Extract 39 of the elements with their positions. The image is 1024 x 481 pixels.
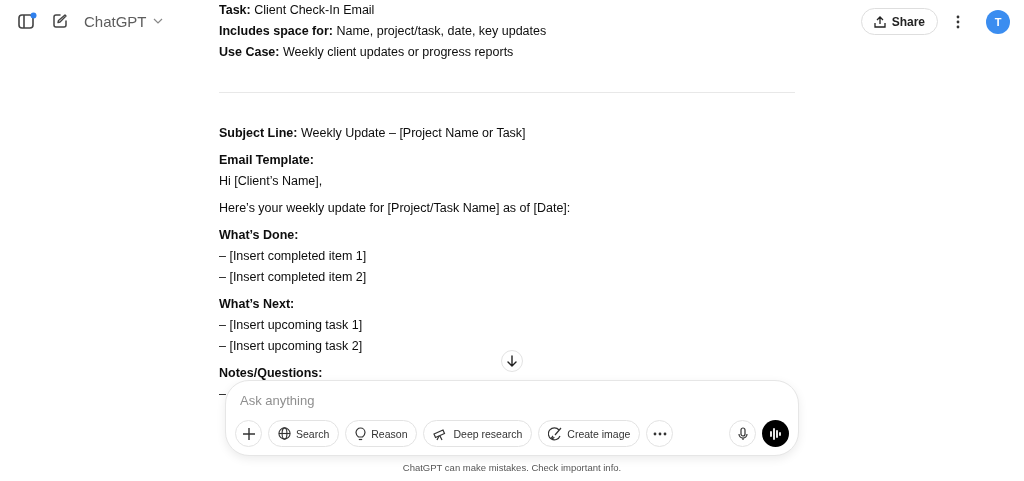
body-text: Hi [Client’s Name], — [219, 173, 323, 190]
more-vertical-icon — [956, 14, 960, 29]
scroll-down-button[interactable] — [501, 350, 523, 372]
pencil-square-icon — [52, 13, 68, 29]
body-text: Task: Client Check-In Email — [219, 2, 375, 19]
share-icon — [873, 15, 886, 28]
dictate-button[interactable] — [729, 420, 756, 447]
plus-icon — [241, 426, 256, 441]
heading-text: What’s Next: — [219, 296, 295, 313]
voice-mode-button[interactable] — [762, 420, 789, 447]
body-text: – — [219, 386, 226, 403]
body-text: – [Insert completed item 2] — [219, 269, 367, 286]
body-text: Subject Line: Weekly Update – [Project Name or Task] — [219, 125, 526, 142]
body-text: – [Insert upcoming task 1] — [219, 317, 363, 334]
heading-text: Email Template: — [219, 152, 314, 169]
arrow-down-icon — [506, 355, 518, 367]
heading-text: Notes/Questions: — [219, 365, 323, 382]
body-text: – [Insert completed item 1] — [219, 248, 367, 265]
disclaimer-text: ChatGPT can make mistakes. Check important info. — [402, 462, 622, 473]
microphone-icon — [737, 426, 748, 441]
add-button[interactable] — [235, 420, 262, 447]
body-text: Here’s your weekly update for [Project/Task Name] as of [Date]: — [219, 200, 571, 217]
globe-icon — [278, 427, 291, 440]
heading-text: What’s Done: — [219, 227, 299, 244]
sound-wave-icon — [768, 426, 783, 441]
lightbulb-icon — [355, 426, 367, 441]
model-selector[interactable]: ChatGPT — [80, 8, 167, 34]
more-horizontal-icon — [652, 431, 667, 436]
body-text: – [Insert upcoming task 2] — [219, 338, 363, 355]
create-image-button[interactable]: Create image — [538, 420, 641, 447]
chevron-down-icon — [152, 18, 163, 24]
search-button[interactable]: Search — [268, 420, 340, 447]
reason-button[interactable]: Reason — [345, 420, 418, 447]
deep-research-button[interactable]: Deep research — [423, 420, 533, 447]
paint-brush-icon — [548, 426, 563, 441]
share-button[interactable]: Share — [860, 8, 938, 35]
message-input[interactable]: Ask anything — [235, 391, 545, 410]
body-text: Includes space for: Name, project/task, date, key updates — [219, 23, 547, 40]
body-text: Use Case: Weekly client updates or progress reports — [219, 44, 514, 61]
